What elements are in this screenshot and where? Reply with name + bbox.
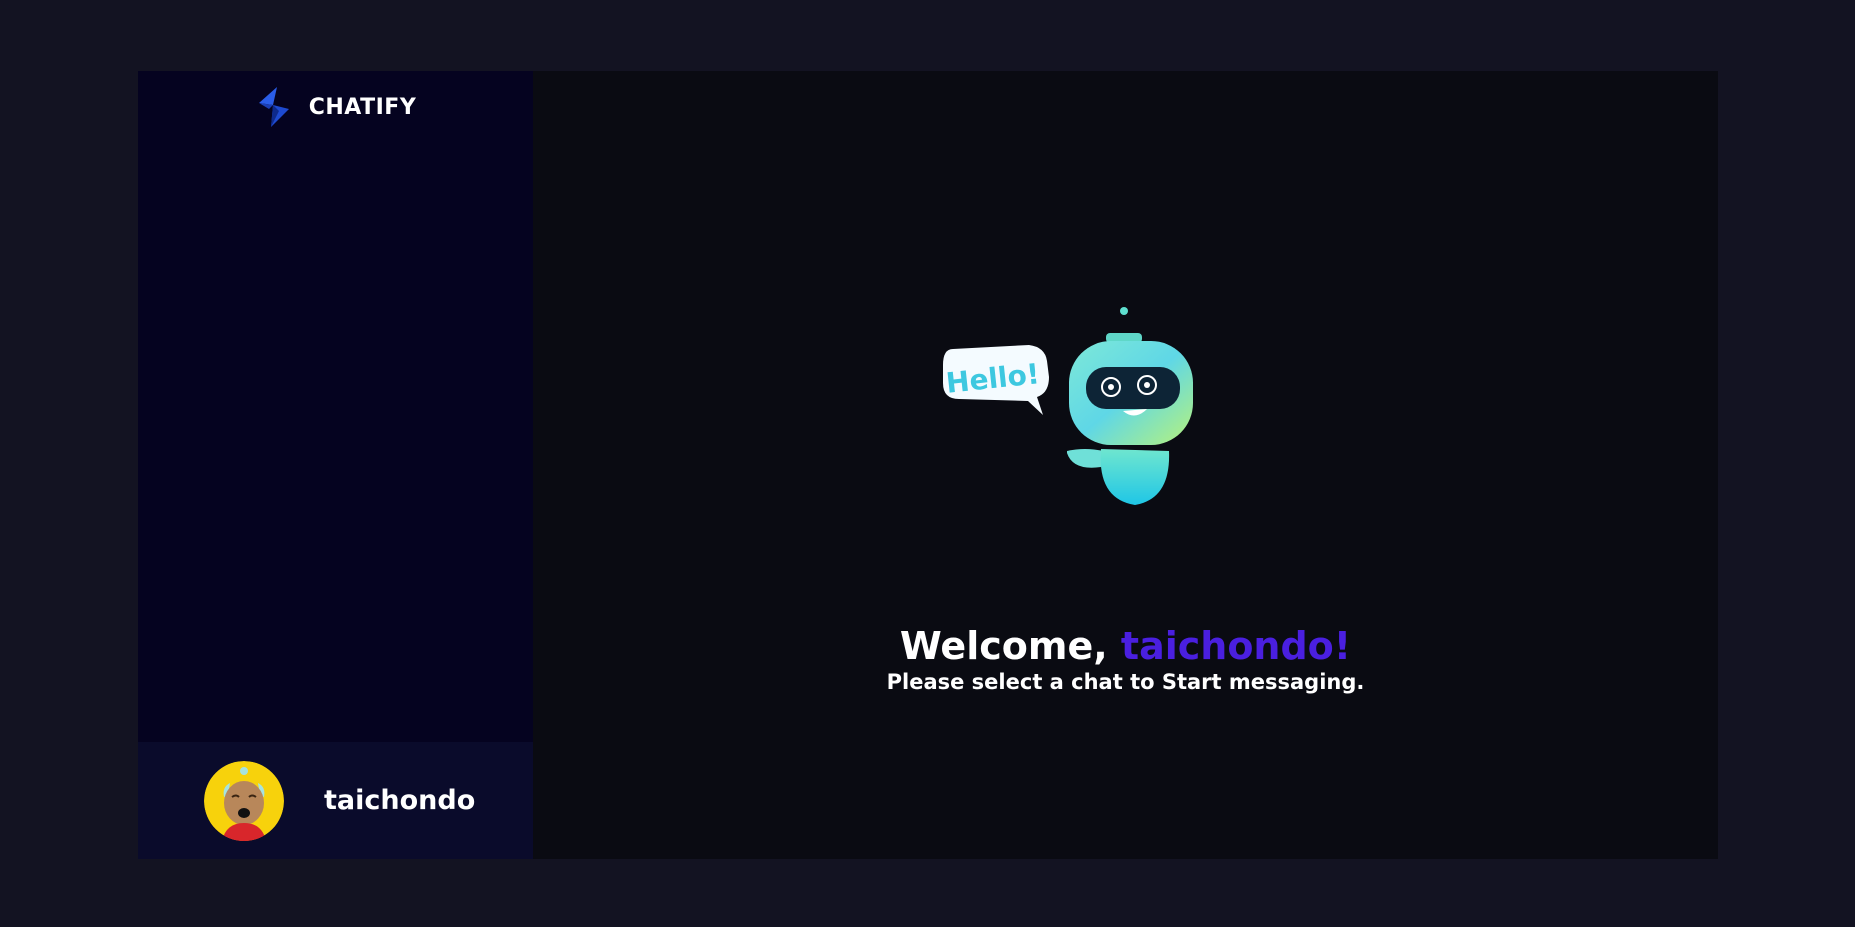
welcome-prefix: Welcome, [899,624,1121,668]
brand-header: CHATIFY [138,71,533,143]
welcome-title: Welcome, taichondo! [533,624,1718,668]
app-frame: CHATIFY taichondo Hello! Welcome, taicho… [0,0,1855,927]
welcome-subtitle: Please select a chat to Start messaging. [886,669,1365,694]
avatar[interactable] [204,760,284,841]
welcome-message: Welcome, taichondo! Please select a chat… [533,624,1718,694]
sidebar: CHATIFY taichondo [138,71,533,859]
chatify-logo-icon [255,87,293,127]
chat-list [138,143,533,742]
app-title: CHATIFY [308,94,417,120]
current-username: taichondo [324,785,476,816]
chat-main-panel: Hello! Welcome, taichondo! Please select… [533,71,1718,859]
robot-illustration: Hello! [933,301,1203,515]
welcome-username: taichondo! [1120,624,1352,668]
current-user-bar[interactable]: taichondo [138,742,533,859]
app-window: CHATIFY taichondo Hello! Welcome, taicho… [138,71,1718,859]
